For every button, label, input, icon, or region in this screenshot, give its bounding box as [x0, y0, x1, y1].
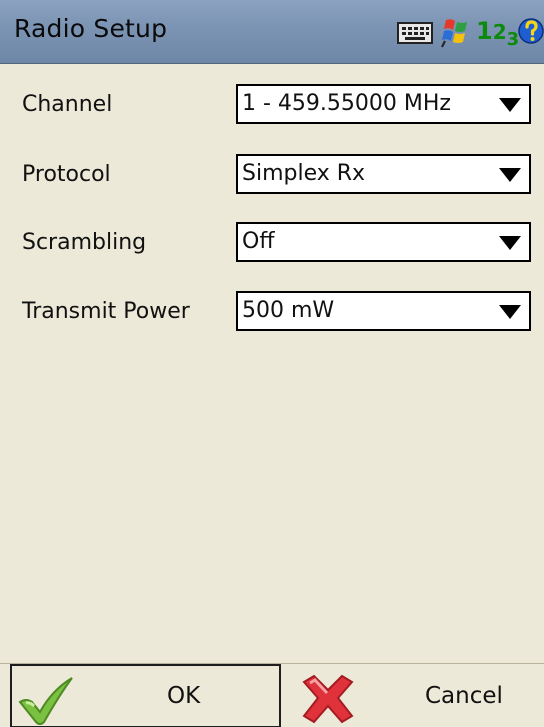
protocol-label: Protocol: [22, 162, 111, 187]
transmit-power-row: Transmit Power 500 mW: [0, 291, 544, 331]
scrambling-label: Scrambling: [22, 230, 147, 255]
button-bar: OK Cancel: [0, 663, 544, 727]
protocol-value: Simplex Rx: [242, 161, 366, 186]
checkmark-icon: [18, 677, 73, 725]
keyboard-icon[interactable]: [396, 14, 436, 48]
scrambling-row: Scrambling Off: [0, 222, 544, 262]
scrambling-value: Off: [242, 229, 275, 254]
title-bar: Radio Setup 123: [0, 0, 544, 64]
close-icon: [302, 674, 354, 724]
window-title: Radio Setup: [14, 14, 168, 43]
protocol-row: Protocol Simplex Rx: [0, 154, 544, 194]
transmit-power-select[interactable]: 500 mW: [236, 291, 531, 331]
input-mode-digit-2: 2: [492, 20, 507, 44]
dropdown-arrow-icon[interactable]: [499, 168, 521, 182]
dropdown-arrow-icon[interactable]: [499, 305, 521, 319]
cancel-label: Cancel: [425, 683, 503, 709]
channel-value: 1 - 459.55000 MHz: [242, 91, 451, 116]
scrambling-select[interactable]: Off: [236, 222, 531, 262]
channel-select[interactable]: 1 - 459.55000 MHz: [236, 84, 531, 124]
ok-label: OK: [167, 683, 201, 709]
channel-row: Channel 1 - 459.55000 MHz: [0, 84, 544, 124]
dropdown-arrow-icon[interactable]: [499, 98, 521, 112]
help-icon[interactable]: [518, 14, 544, 48]
dropdown-arrow-icon[interactable]: [499, 236, 521, 250]
input-mode-digit-1: 1: [476, 17, 493, 45]
transmit-power-label: Transmit Power: [22, 299, 190, 324]
transmit-power-value: 500 mW: [242, 298, 335, 323]
input-mode-icon[interactable]: 123: [476, 14, 520, 50]
channel-label: Channel: [22, 92, 113, 117]
ok-button[interactable]: OK: [10, 664, 281, 727]
cancel-button[interactable]: Cancel: [282, 664, 544, 727]
windows-start-icon[interactable]: [440, 14, 474, 48]
protocol-select[interactable]: Simplex Rx: [236, 154, 531, 194]
